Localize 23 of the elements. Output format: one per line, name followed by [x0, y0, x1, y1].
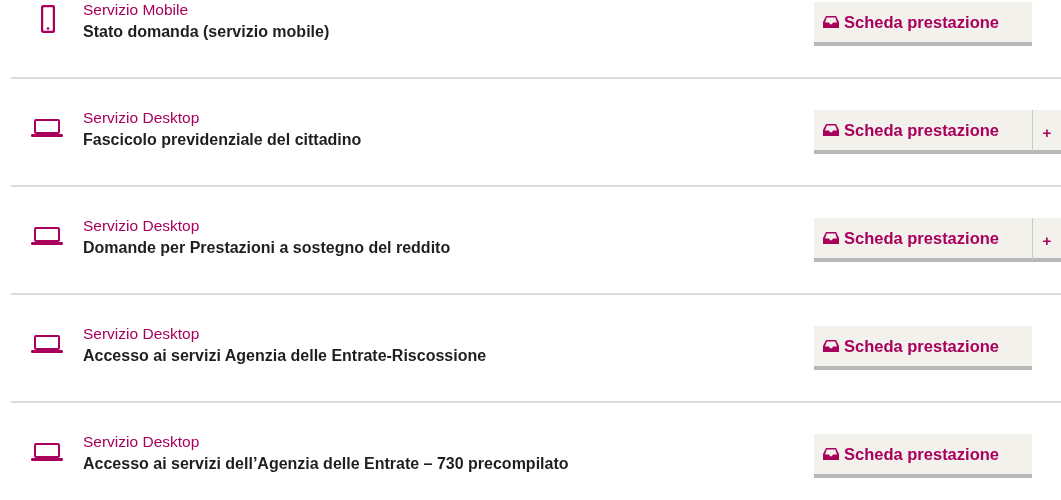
service-sheet-button[interactable]: Scheda prestazione [814, 110, 1032, 154]
service-title: Accesso ai servizi Agenzia delle Entrate-Riscossione [83, 346, 488, 366]
service-category: Servizio Desktop [83, 108, 201, 128]
service-category: Servizio Desktop [83, 324, 201, 344]
inbox-icon [823, 16, 839, 28]
service-category: Servizio Mobile [83, 0, 190, 20]
inbox-icon [823, 232, 839, 244]
service-sheet-button[interactable]: Scheda prestazione [814, 218, 1032, 262]
inbox-icon [823, 448, 839, 460]
service-sheet-button[interactable]: Scheda prestazione [814, 326, 1032, 370]
service-category: Servizio Desktop [83, 432, 201, 452]
service-category: Servizio Desktop [83, 216, 201, 236]
smartphone-icon [40, 5, 55, 33]
service-sheet-button[interactable]: Scheda prestazione [814, 434, 1032, 478]
expand-button[interactable]: + [1032, 218, 1061, 262]
inbox-icon [823, 124, 839, 136]
service-title: Accesso ai servizi dell’Agenzia delle Entrate – 730 precompilato [83, 454, 570, 474]
service-title: Domande per Prestazioni a sostegno del reddito [83, 238, 452, 258]
service-sheet-button[interactable]: Scheda prestazione [814, 2, 1032, 46]
service-title: Fascicolo previdenziale del cittadino [83, 130, 363, 150]
inbox-icon [823, 340, 839, 352]
expand-button[interactable]: + [1032, 110, 1061, 154]
service-title: Stato domanda (servizio mobile) [83, 22, 331, 42]
